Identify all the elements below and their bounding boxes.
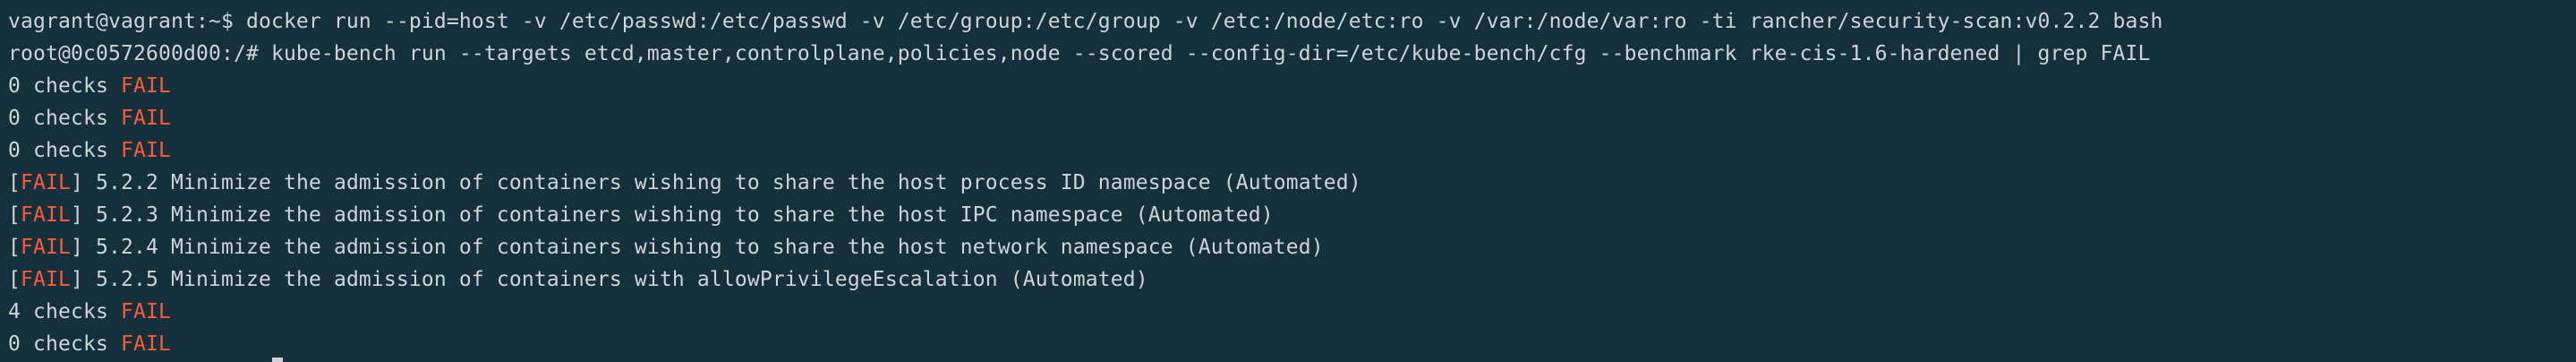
output-line: [FAIL] 5.2.5 Minimize the admission of c… xyxy=(8,263,2576,296)
fail-highlight: FAIL xyxy=(120,139,171,162)
line-text: [ xyxy=(8,268,21,291)
line-text-suffix: ] 5.2.5 Minimize the admission of contai… xyxy=(71,268,1148,291)
line-text-suffix: ] 5.2.2 Minimize the admission of contai… xyxy=(71,171,1361,194)
line-text: [ xyxy=(8,203,21,227)
output-line: [FAIL] 5.2.3 Minimize the admission of c… xyxy=(8,199,2576,231)
line-text: 0 checks xyxy=(8,139,121,162)
fail-highlight: FAIL xyxy=(120,107,171,130)
line-text-suffix: ] 5.2.4 Minimize the admission of contai… xyxy=(71,236,1324,259)
terminal-window[interactable]: vagrant@vagrant:~$ docker run --pid=host… xyxy=(0,0,2576,362)
fail-highlight: FAIL xyxy=(21,236,71,259)
output-line: [FAIL] 5.2.4 Minimize the admission of c… xyxy=(8,231,2576,263)
line-text: vagrant@vagrant:~$ docker run --pid=host… xyxy=(8,10,2163,33)
fail-highlight: FAIL xyxy=(120,300,171,323)
fail-highlight: FAIL xyxy=(21,203,71,227)
fail-highlight: FAIL xyxy=(21,268,71,291)
line-text-suffix: ] 5.2.3 Minimize the admission of contai… xyxy=(71,203,1274,227)
line-text: 4 checks xyxy=(8,300,121,323)
output-line: 4 checks FAIL xyxy=(8,296,2576,328)
line-text: 0 checks xyxy=(8,332,121,356)
output-line: 0 checks FAIL xyxy=(8,328,2576,360)
line-text: root@0c0572600d00:/# kube-bench run --ta… xyxy=(8,42,2151,65)
terminal-cursor xyxy=(272,358,283,362)
output-line: 0 checks FAIL xyxy=(8,70,2576,102)
command-line-kube-bench: root@0c0572600d00:/# kube-bench run --ta… xyxy=(8,38,2576,70)
fail-highlight: FAIL xyxy=(120,332,171,356)
line-text: 0 checks xyxy=(8,74,121,98)
line-text: 0 checks xyxy=(8,107,121,130)
command-line-docker-run: vagrant@vagrant:~$ docker run --pid=host… xyxy=(8,5,2576,38)
output-line: 0 checks FAIL xyxy=(8,134,2576,167)
output-line: [FAIL] 5.2.2 Minimize the admission of c… xyxy=(8,167,2576,199)
fail-highlight: FAIL xyxy=(21,171,71,194)
output-line: 0 checks FAIL xyxy=(8,102,2576,134)
fail-highlight: FAIL xyxy=(120,74,171,98)
line-text: [ xyxy=(8,236,21,259)
line-text: [ xyxy=(8,171,21,194)
